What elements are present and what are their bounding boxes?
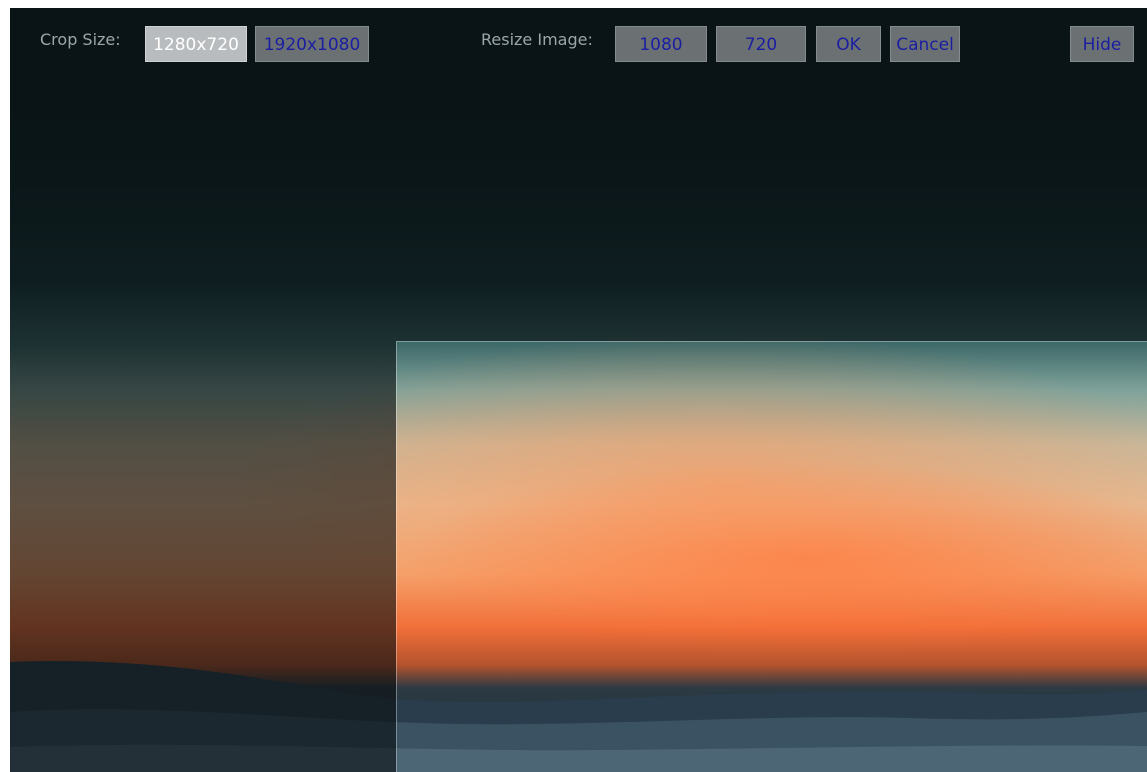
- crop-size-1280x720-button[interactable]: 1280x720: [145, 26, 247, 62]
- crop-size-1920x1080-button[interactable]: 1920x1080: [255, 26, 369, 62]
- crop-selection[interactable]: [396, 341, 1147, 772]
- ok-button[interactable]: OK: [816, 26, 881, 62]
- crop-size-label: Crop Size:: [40, 30, 121, 49]
- crop-shade-left: [10, 8, 396, 772]
- hide-button[interactable]: Hide: [1070, 26, 1134, 62]
- cancel-button[interactable]: Cancel: [890, 26, 960, 62]
- resize-height-field[interactable]: 720: [716, 26, 806, 62]
- image-editor-canvas[interactable]: [10, 8, 1147, 772]
- resize-image-label: Resize Image:: [481, 30, 593, 49]
- resize-width-field[interactable]: 1080: [615, 26, 707, 62]
